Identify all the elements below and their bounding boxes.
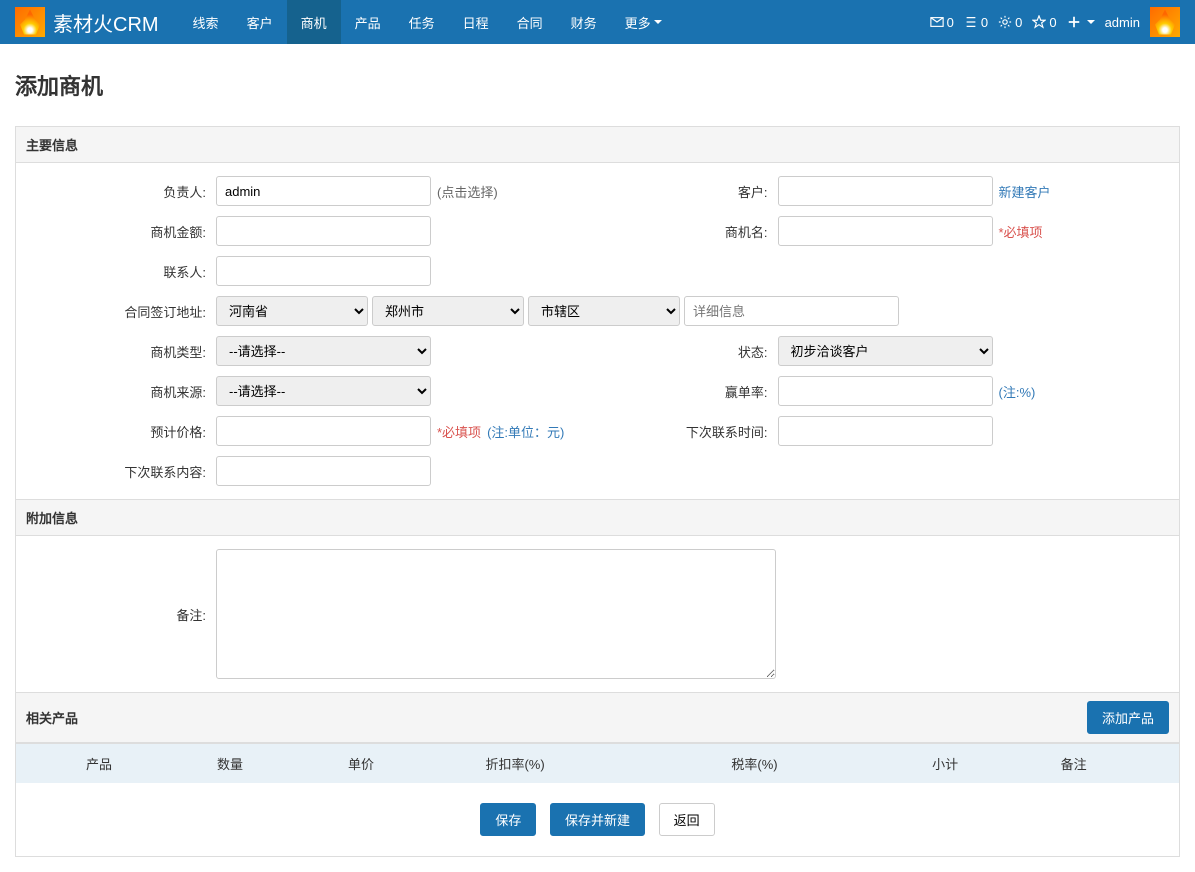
price-hint-2: (注:单位：元) [487,422,564,441]
win-rate-hint: (注:%) [999,382,1036,401]
section-extra: 附加信息 [16,499,1179,536]
page-title: 添加商机 [15,69,1180,101]
price-input[interactable] [216,416,431,446]
th-subtotal: 小计 [922,744,1050,783]
source-select[interactable]: --请选择-- [216,376,431,406]
nav-item-7[interactable]: 财务 [557,0,611,44]
caret-icon [1087,20,1095,24]
label-owner: 负责人: [16,182,216,201]
nav-item-5[interactable]: 日程 [449,0,503,44]
district-select[interactable]: 市辖区 [528,296,680,326]
win-rate-input[interactable] [778,376,993,406]
th-tax: 税率(%) [721,744,922,783]
nav-item-2[interactable]: 商机 [287,0,341,44]
plus-icon [1067,15,1081,29]
star-icon [1032,15,1046,29]
th-product: 产品 [76,744,207,783]
label-name: 商机名: [598,222,778,241]
brand[interactable]: 素材火CRM [15,7,159,37]
nav-item-3[interactable]: 产品 [341,0,395,44]
save-new-button[interactable]: 保存并新建 [550,803,645,836]
label-price: 预计价格: [16,422,216,441]
add-product-button[interactable]: 添加产品 [1087,701,1169,734]
nav-mail[interactable]: 0 [930,15,954,30]
nav-right: 0 0 0 0 admin [930,7,1180,37]
action-bar: 保存 保存并新建 返回 [16,783,1179,856]
label-contact: 联系人: [16,262,216,281]
label-next-time: 下次联系时间: [598,422,778,441]
label-customer: 客户: [598,182,778,201]
mail-icon [930,15,944,29]
label-win-rate: 赢单率: [598,382,778,401]
name-hint: *必填项 [999,222,1043,241]
label-next-content: 下次联系内容: [16,462,216,481]
next-content-input[interactable] [216,456,431,486]
save-button[interactable]: 保存 [480,803,536,836]
nav-item-6[interactable]: 合同 [503,0,557,44]
amount-input[interactable] [216,216,431,246]
brand-text: 素材火CRM [53,8,159,37]
avatar[interactable] [1150,7,1180,37]
remark-textarea[interactable] [216,549,776,679]
nav-username[interactable]: admin [1105,15,1140,30]
next-time-input[interactable] [778,416,993,446]
nav-list[interactable]: 0 [964,15,988,30]
nav-star[interactable]: 0 [1032,15,1056,30]
label-amount: 商机金额: [16,222,216,241]
nav-item-0[interactable]: 线索 [179,0,233,44]
province-select[interactable]: 河南省 [216,296,368,326]
back-button[interactable]: 返回 [659,803,715,836]
contact-input[interactable] [216,256,431,286]
th-note: 备注 [1051,744,1179,783]
owner-hint: (点击选择) [437,182,498,201]
nav-menu: 线索客户商机产品任务日程合同财务更多 [179,0,930,44]
status-select[interactable]: 初步洽谈客户 [778,336,993,366]
city-select[interactable]: 郑州市 [372,296,524,326]
section-main: 主要信息 [16,127,1179,163]
label-source: 商机来源: [16,382,216,401]
th-discount: 折扣率(%) [475,744,721,783]
product-table-header: 产品 数量 单价 折扣率(%) 税率(%) 小计 备注 [16,743,1179,783]
section-products: 相关产品 添加产品 [16,692,1179,743]
nav-item-4[interactable]: 任务 [395,0,449,44]
label-address: 合同签订地址: [16,302,216,321]
nav-item-1[interactable]: 客户 [233,0,287,44]
th-qty: 数量 [207,744,338,783]
gear-icon [998,15,1012,29]
address-detail-input[interactable] [684,296,899,326]
label-status: 状态: [598,342,778,361]
th-blank [16,744,76,783]
th-price: 单价 [338,744,475,783]
owner-input[interactable] [216,176,431,206]
brand-logo-icon [15,7,45,37]
label-type: 商机类型: [16,342,216,361]
type-select[interactable]: --请选择-- [216,336,431,366]
label-remark: 备注: [16,605,216,624]
nav-add[interactable] [1067,15,1095,29]
navbar: 素材火CRM 线索客户商机产品任务日程合同财务更多 0 0 0 0 admin [0,0,1195,44]
content-panel: 主要信息 负责人: (点击选择) 客户: 新建客户 商机金额: [15,126,1180,857]
name-input[interactable] [778,216,993,246]
customer-input[interactable] [778,176,993,206]
list-icon [964,15,978,29]
nav-settings[interactable]: 0 [998,15,1022,30]
caret-icon [654,20,662,24]
new-customer-link[interactable]: 新建客户 [999,185,1051,200]
price-hint-1: *必填项 [437,422,481,441]
nav-item-8[interactable]: 更多 [611,0,676,44]
